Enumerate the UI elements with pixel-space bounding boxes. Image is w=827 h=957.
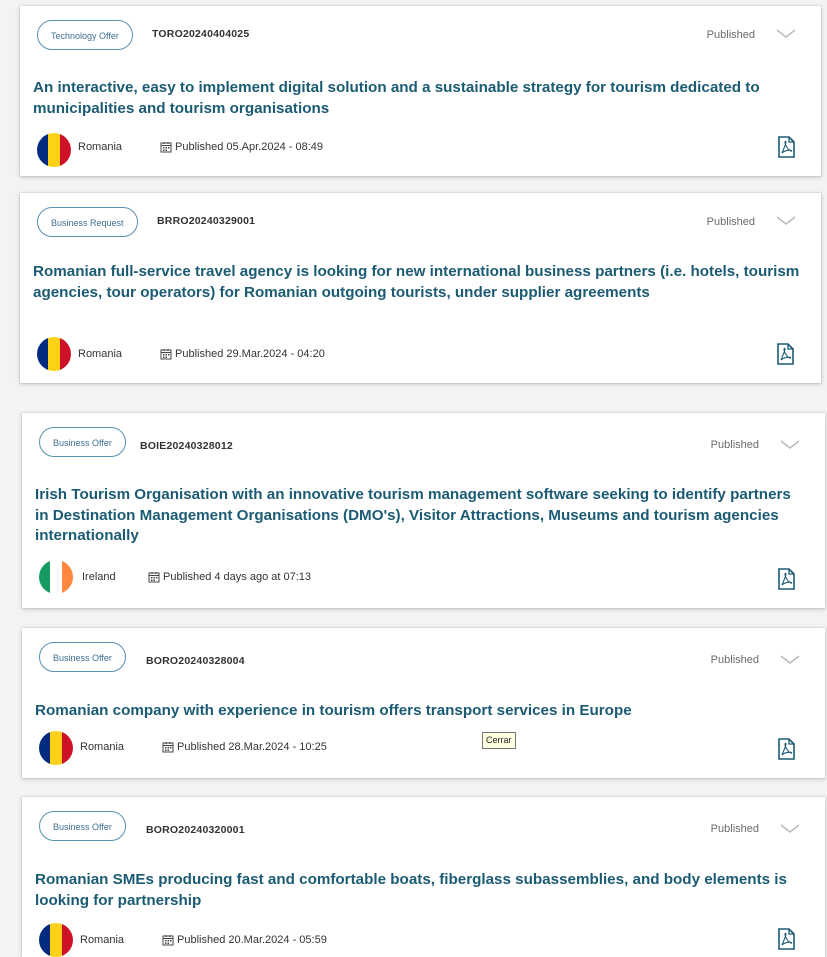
reference-code: BRRO20240329001	[157, 215, 256, 227]
country-label: Ireland	[82, 571, 116, 583]
status-label: Published	[706, 216, 755, 228]
published-info: Published 20.Mar.2024 - 05:59	[162, 934, 327, 946]
type-tag[interactable]: Technology Offer	[37, 20, 133, 50]
status-label: Published	[706, 29, 755, 41]
result-title[interactable]: Romanian company with experience in tour…	[35, 701, 805, 722]
status-label: Published	[710, 439, 759, 451]
result-title[interactable]: Romanian SMEs producing fast and comfort…	[35, 870, 805, 911]
country-label: Romania	[78, 141, 123, 153]
reference-code: BOIE20240328012	[140, 440, 233, 452]
pdf-icon[interactable]	[776, 568, 796, 590]
status-label: Published	[710, 654, 759, 666]
reference-code: BORO20240320001	[146, 824, 245, 836]
pdf-icon[interactable]	[776, 738, 796, 760]
published-date: Published 05.Apr.2024 - 08:49	[175, 141, 324, 153]
reference-code: BORO20240328004	[146, 655, 245, 667]
chevron-down-icon[interactable]	[779, 820, 801, 836]
result-title[interactable]: Romanian full-service travel agency is l…	[33, 262, 801, 303]
result-card: Technology Offer TORO20240404025 Publish…	[20, 6, 821, 176]
published-info: Published 05.Apr.2024 - 08:49	[160, 141, 323, 153]
close-tooltip: Cerrar	[482, 732, 516, 749]
pdf-icon[interactable]	[775, 343, 795, 365]
result-card: Business Request BRRO20240329001 Publish…	[20, 193, 821, 383]
romania-flag-icon	[37, 133, 71, 167]
published-info: Published 29.Mar.2024 - 04:20	[160, 348, 325, 360]
published-info: Published 28.Mar.2024 - 10:25	[162, 741, 327, 753]
result-card: Business Offer BORO20240328004 Published…	[22, 628, 825, 778]
type-tag[interactable]: Business Offer	[39, 427, 126, 457]
romania-flag-icon	[37, 337, 71, 371]
published-info: Published 4 days ago at 07:13	[148, 571, 311, 583]
published-date: Published 20.Mar.2024 - 05:59	[177, 934, 327, 946]
result-title[interactable]: An interactive, easy to implement digita…	[33, 78, 801, 119]
calendar-icon	[160, 142, 172, 153]
chevron-down-icon[interactable]	[779, 651, 801, 667]
published-date: Published 29.Mar.2024 - 04:20	[175, 348, 325, 360]
country-label: Romania	[80, 741, 125, 753]
result-card: Business Offer BOIE20240328012 Published…	[22, 413, 825, 608]
pdf-icon[interactable]	[776, 928, 796, 950]
pdf-icon[interactable]	[776, 136, 796, 158]
ireland-flag-icon	[39, 560, 73, 594]
chevron-down-icon[interactable]	[779, 436, 801, 452]
chevron-down-icon[interactable]	[775, 25, 797, 41]
published-date: Published 28.Mar.2024 - 10:25	[177, 741, 327, 753]
calendar-icon	[160, 349, 172, 360]
reference-code: TORO20240404025	[152, 28, 250, 40]
type-tag[interactable]: Business Offer	[39, 642, 126, 672]
result-card: Business Offer BORO20240320001 Published…	[22, 797, 825, 957]
calendar-icon	[162, 742, 174, 753]
calendar-icon	[162, 935, 174, 946]
status-label: Published	[710, 823, 759, 835]
country-label: Romania	[78, 348, 123, 360]
type-tag[interactable]: Business Offer	[39, 811, 126, 841]
published-date: Published 4 days ago at 07:13	[163, 571, 312, 583]
calendar-icon	[148, 572, 160, 583]
result-title[interactable]: Irish Tourism Organisation with an innov…	[35, 485, 805, 547]
chevron-down-icon[interactable]	[775, 212, 797, 228]
country-label: Romania	[80, 934, 125, 946]
romania-flag-icon	[39, 731, 73, 765]
type-tag[interactable]: Business Request	[37, 207, 138, 237]
